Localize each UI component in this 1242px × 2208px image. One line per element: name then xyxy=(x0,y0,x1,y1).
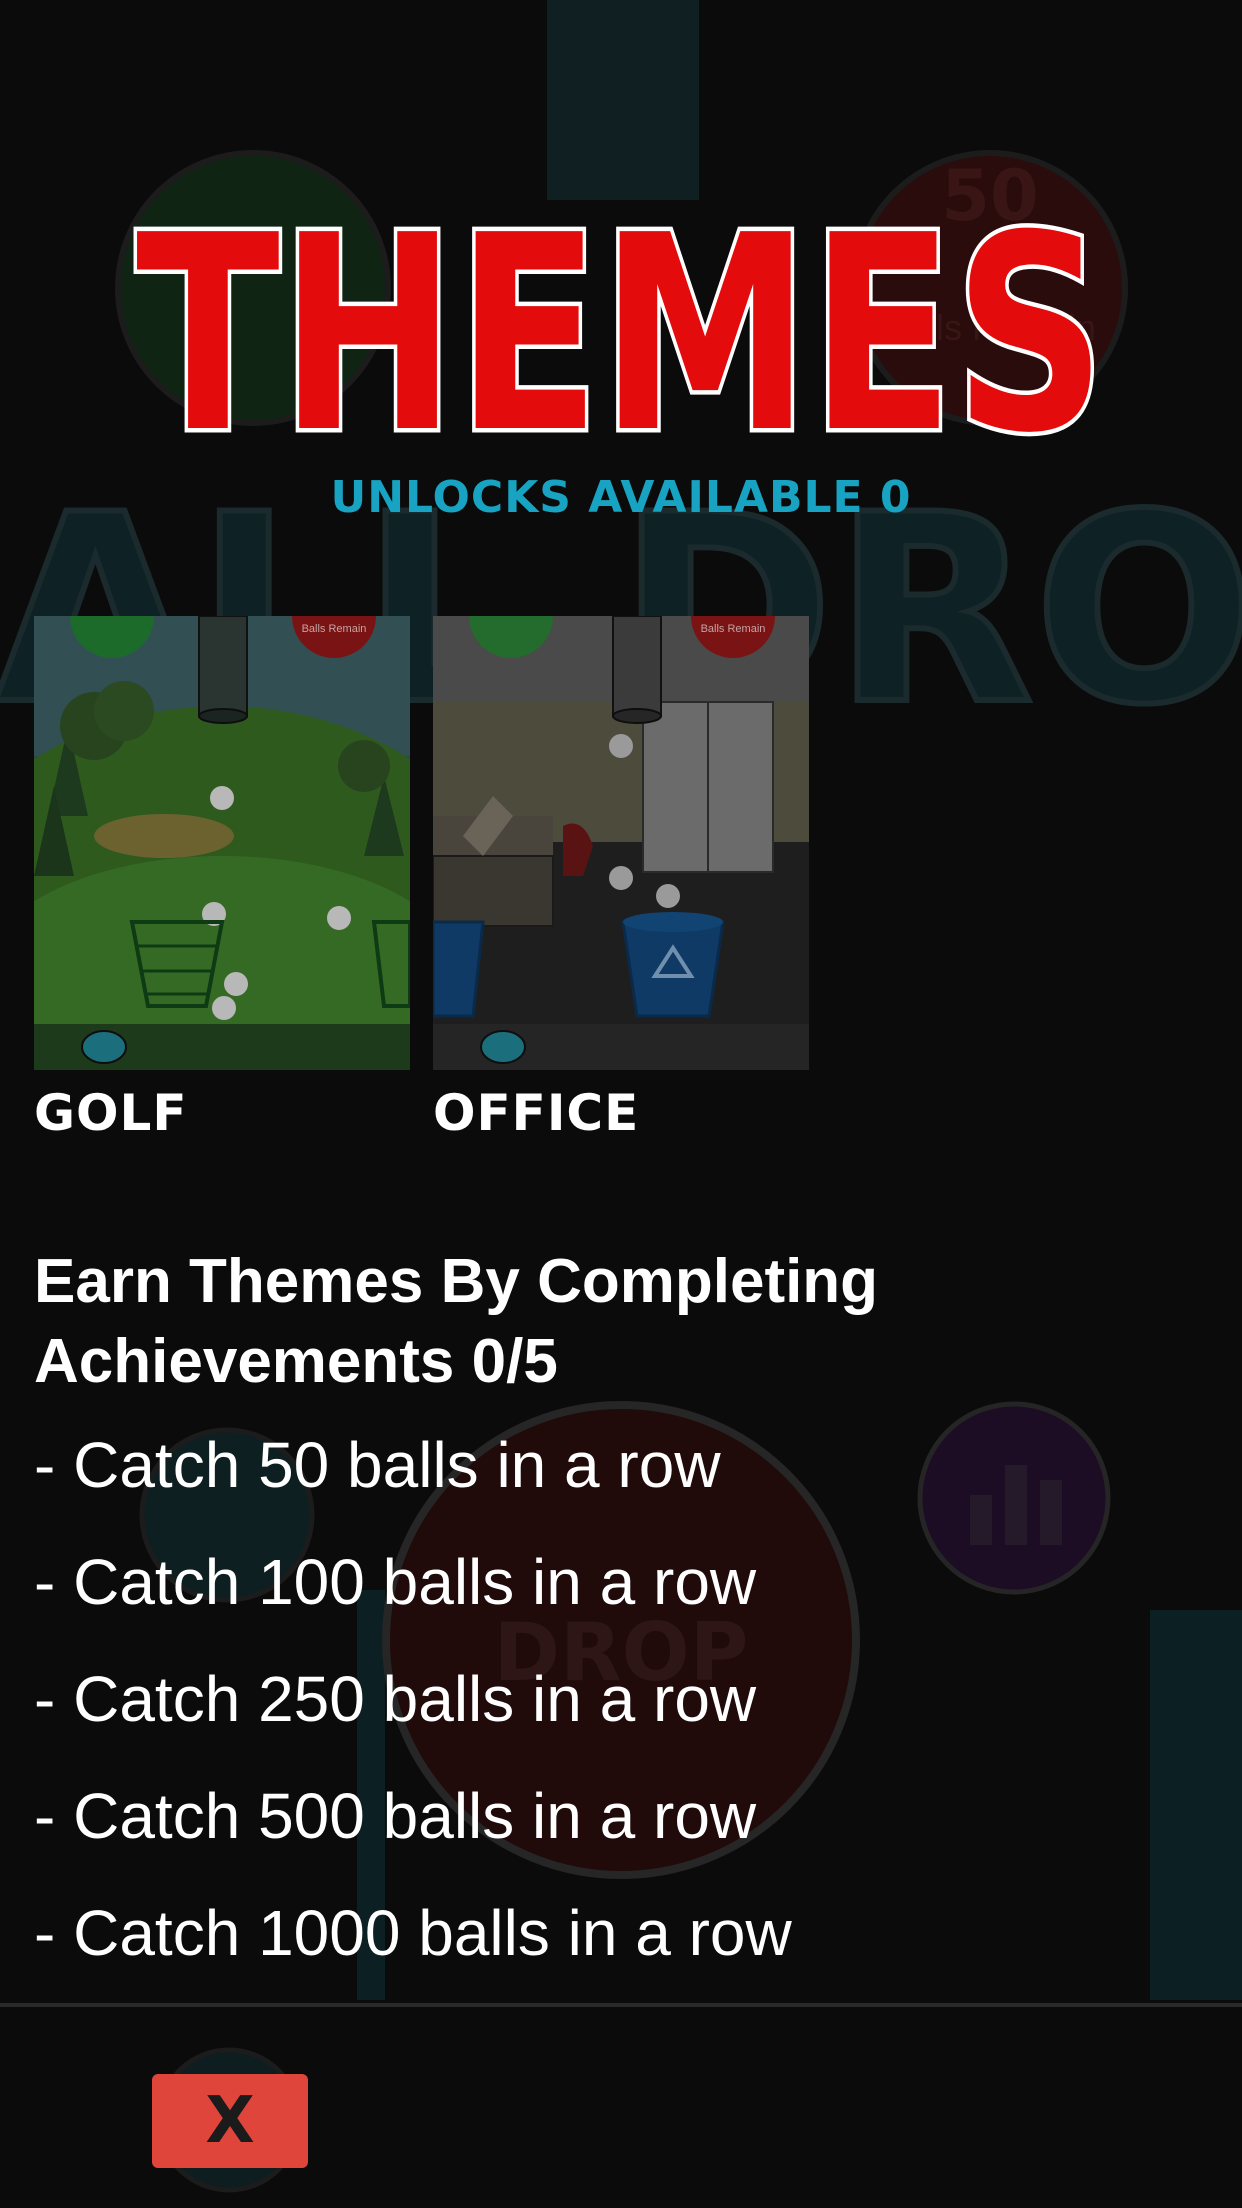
themes-title: THEMES xyxy=(0,170,1242,461)
office-hud-text: Balls Remain xyxy=(701,623,766,635)
achievement-item: - Catch 100 balls in a row xyxy=(34,1546,757,1618)
golf-theme-thumbnail[interactable]: Balls Remain xyxy=(34,616,410,1070)
achievement-item: - Catch 50 balls in a row xyxy=(34,1429,721,1501)
achievement-item: - Catch 1000 balls in a row xyxy=(34,1897,792,1969)
unlocks-available-label: UNLOCKS AVAILABLE 0 xyxy=(330,472,912,523)
office-theme-thumbnail[interactable]: Balls Remain xyxy=(433,616,809,1070)
themes-title-text: THEMES xyxy=(136,177,1106,460)
theme-card-golf[interactable]: Balls Remain GOLF xyxy=(34,616,410,1142)
achievement-item: - Catch 250 balls in a row xyxy=(34,1663,757,1735)
theme-card-office[interactable]: Balls Remain OFFICE xyxy=(433,616,809,1142)
golf-theme-label: GOLF xyxy=(34,1084,188,1142)
achievements-heading: Earn Themes By Completing Achievements 0… xyxy=(34,1247,879,1396)
themes-overlay: THEMES UNLOCKS AVAILABLE 0 Balls Remain … xyxy=(0,0,1242,2208)
close-button[interactable]: X xyxy=(152,2074,308,2168)
achievement-item: - Catch 500 balls in a row xyxy=(34,1780,757,1852)
footer-divider xyxy=(0,2003,1242,2007)
achievements-list: - Catch 50 balls in a row - Catch 100 ba… xyxy=(34,1420,1214,2005)
office-theme-label: OFFICE xyxy=(433,1084,640,1142)
golf-hud-text: Balls Remain xyxy=(302,623,367,635)
